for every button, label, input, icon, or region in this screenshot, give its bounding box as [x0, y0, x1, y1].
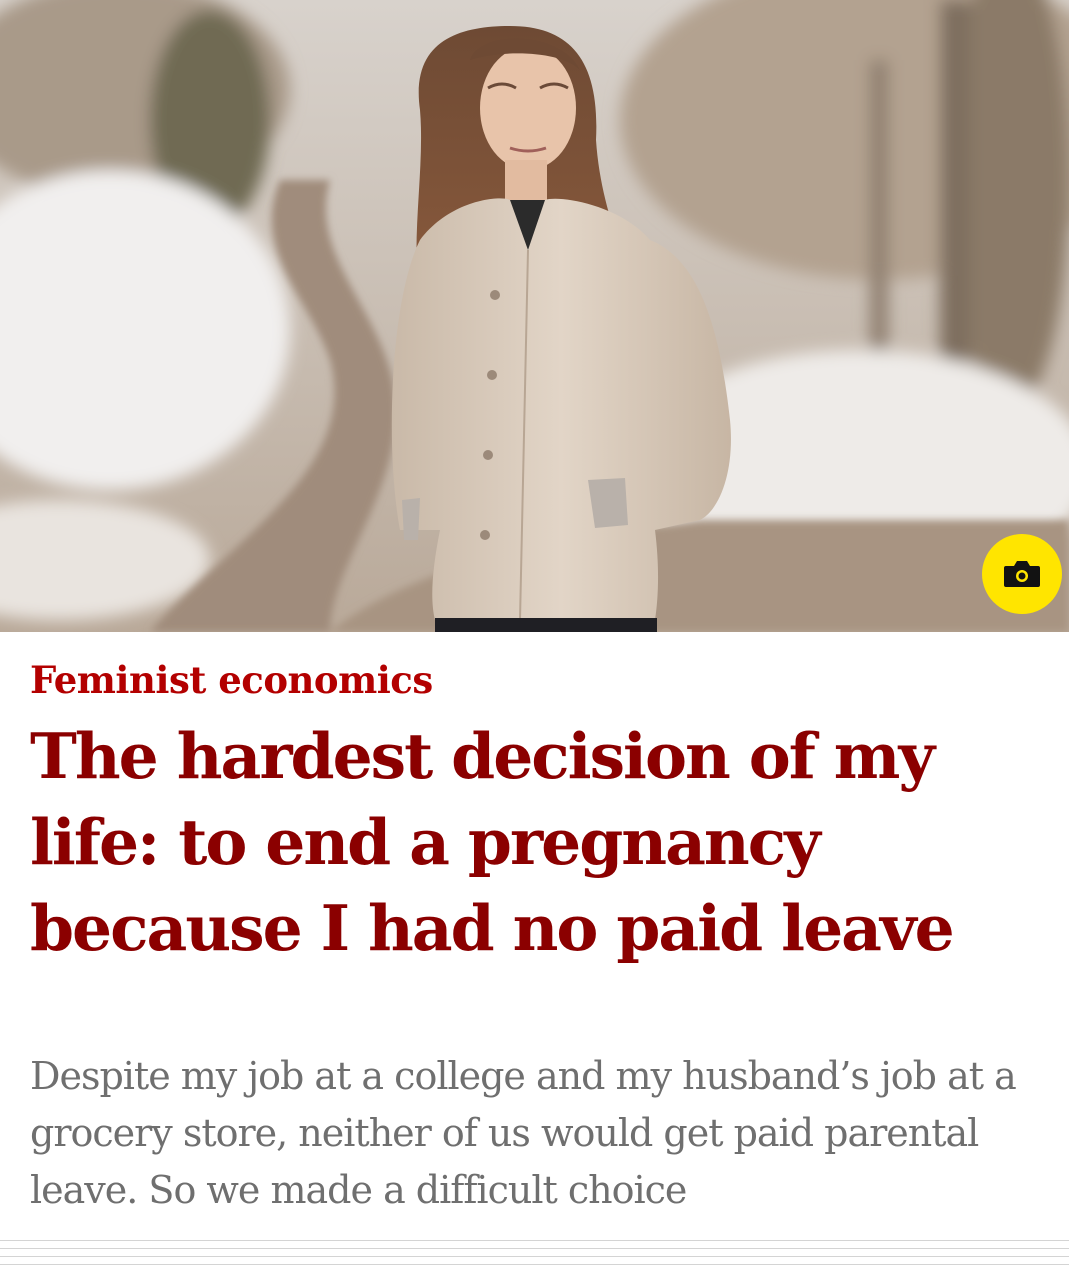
- camera-icon: [1004, 561, 1040, 587]
- article-standfirst: Despite my job at a college and my husba…: [30, 1054, 1017, 1212]
- section-kicker[interactable]: Feminist economics: [30, 658, 433, 702]
- hero-photo: [0, 0, 1069, 632]
- article-headline: The hardest decision of my life: to end …: [30, 719, 955, 965]
- divider-rules: [0, 1240, 1069, 1273]
- hero-image[interactable]: [0, 0, 1069, 632]
- camera-button[interactable]: [982, 534, 1062, 614]
